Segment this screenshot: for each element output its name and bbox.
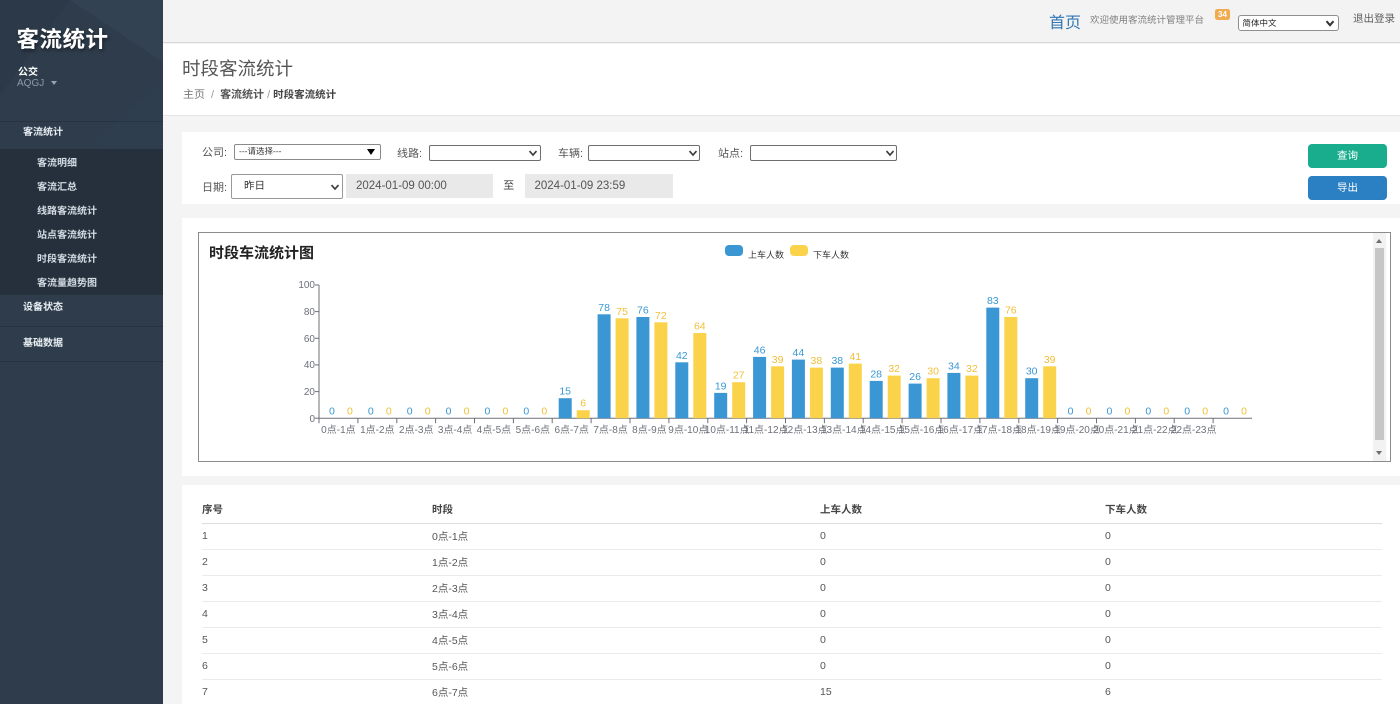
svg-text:0: 0 [347, 406, 353, 418]
svg-text:8点-9点: 8点-9点 [632, 424, 666, 436]
svg-text:0: 0 [523, 406, 529, 418]
svg-text:0: 0 [1145, 406, 1151, 418]
svg-text:7点-8点: 7点-8点 [593, 424, 627, 436]
svg-text:44: 44 [793, 347, 805, 359]
svg-text:39: 39 [772, 354, 784, 366]
svg-text:30: 30 [1026, 366, 1038, 378]
svg-text:0: 0 [484, 406, 490, 418]
svg-text:0: 0 [1241, 406, 1247, 418]
svg-text:64: 64 [694, 321, 706, 333]
svg-text:9点-10点: 9点-10点 [668, 424, 708, 436]
svg-text:0: 0 [309, 414, 315, 425]
svg-text:0: 0 [446, 406, 452, 418]
svg-text:27: 27 [733, 370, 745, 382]
svg-text:76: 76 [637, 305, 649, 317]
svg-text:6: 6 [580, 398, 586, 410]
svg-text:6点-7点: 6点-7点 [554, 424, 588, 436]
svg-text:0: 0 [1223, 406, 1229, 418]
svg-text:0: 0 [1163, 406, 1169, 418]
svg-text:0: 0 [1068, 406, 1074, 418]
svg-text:72: 72 [655, 310, 667, 322]
svg-text:30: 30 [927, 366, 939, 378]
svg-text:0: 0 [502, 406, 508, 418]
svg-text:34: 34 [948, 360, 960, 372]
svg-text:28: 28 [870, 368, 882, 380]
svg-text:0: 0 [1124, 406, 1130, 418]
svg-text:41: 41 [849, 351, 861, 363]
svg-text:1点-2点: 1点-2点 [360, 424, 394, 436]
svg-text:20: 20 [304, 387, 316, 398]
svg-text:0点-1点: 0点-1点 [321, 424, 355, 436]
svg-text:3点-4点: 3点-4点 [438, 424, 472, 436]
svg-text:0: 0 [407, 406, 413, 418]
svg-text:0: 0 [1202, 406, 1208, 418]
svg-text:0: 0 [1184, 406, 1190, 418]
svg-text:32: 32 [966, 363, 978, 375]
svg-text:2点-3点: 2点-3点 [399, 424, 433, 436]
svg-text:60: 60 [304, 334, 316, 345]
svg-text:19: 19 [715, 380, 727, 392]
svg-text:5点-6点: 5点-6点 [516, 424, 550, 436]
svg-text:40: 40 [304, 360, 316, 371]
svg-text:38: 38 [811, 355, 823, 367]
svg-text:32: 32 [888, 363, 900, 375]
svg-text:42: 42 [676, 350, 688, 362]
svg-text:75: 75 [616, 306, 628, 318]
svg-text:100: 100 [298, 280, 315, 291]
svg-text:26: 26 [909, 371, 921, 383]
svg-text:0: 0 [386, 406, 392, 418]
svg-text:0: 0 [1106, 406, 1112, 418]
svg-text:0: 0 [425, 406, 431, 418]
svg-text:4点-5点: 4点-5点 [477, 424, 511, 436]
svg-text:0: 0 [1086, 406, 1092, 418]
svg-text:78: 78 [598, 302, 610, 314]
svg-text:76: 76 [1005, 305, 1017, 317]
svg-text:80: 80 [304, 307, 316, 318]
svg-text:39: 39 [1044, 354, 1056, 366]
svg-text:46: 46 [754, 344, 766, 356]
svg-text:22点-23点: 22点-23点 [1171, 424, 1217, 436]
svg-text:83: 83 [987, 295, 999, 307]
svg-text:0: 0 [368, 406, 374, 418]
svg-text:0: 0 [541, 406, 547, 418]
svg-text:0: 0 [464, 406, 470, 418]
svg-text:0: 0 [329, 406, 335, 418]
svg-text:38: 38 [831, 355, 843, 367]
svg-text:15: 15 [559, 386, 571, 398]
